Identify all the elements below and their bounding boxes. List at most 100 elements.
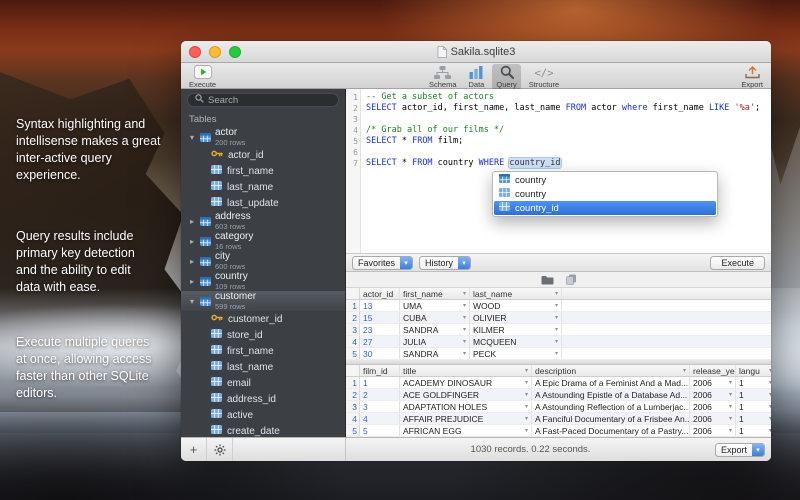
cell-dropdown-icon[interactable]: ▾ <box>767 415 771 422</box>
sidebar-column-create_date[interactable]: create_date <box>181 423 345 437</box>
titlebar[interactable]: Sakila.sqlite3 <box>181 41 771 63</box>
result-row[interactable]: 113UMA▾WOOD▾ <box>346 300 771 312</box>
sidebar-column-first_name[interactable]: first_name <box>181 343 345 359</box>
toolbar-export-button[interactable]: Export <box>741 65 763 89</box>
result-cell[interactable]: 2006▾ <box>690 401 736 412</box>
result-cell[interactable]: PECK▾ <box>470 348 562 359</box>
toolbar-execute-button[interactable]: Execute <box>189 65 216 89</box>
result-cell[interactable]: SANDRA▾ <box>400 348 470 359</box>
result-cell[interactable]: 13 <box>360 300 400 311</box>
autocomplete-item[interactable]: country <box>494 173 716 187</box>
result-cell[interactable]: 2006▾ <box>690 425 736 436</box>
cell-dropdown-icon[interactable]: ▾ <box>553 338 558 345</box>
result-cell[interactable]: 1▾ <box>736 401 771 412</box>
sidebar-table-city[interactable]: ▸city600 rows <box>181 251 345 271</box>
autocomplete-item[interactable]: country <box>494 187 716 201</box>
result-row[interactable]: 427JULIA▾MCQUEEN▾ <box>346 336 771 348</box>
result-cell[interactable]: AFFAIR PREJUDICE▾ <box>400 413 532 424</box>
cell-dropdown-icon[interactable]: ▾ <box>523 391 528 398</box>
result-cell[interactable]: 2006▾ <box>690 389 736 400</box>
result-cell[interactable]: 1▾ <box>736 425 771 436</box>
result-cell[interactable]: 2006▾ <box>690 413 736 424</box>
cell-dropdown-icon[interactable]: ▾ <box>461 338 466 345</box>
sidebar-column-customer_id[interactable]: customer_id <box>181 311 345 327</box>
result-cell[interactable]: 3 <box>360 401 400 412</box>
disclosure-closed-icon[interactable]: ▸ <box>188 257 196 266</box>
sidebar-table-address[interactable]: ▸address603 rows <box>181 211 345 231</box>
cell-dropdown-icon[interactable]: ▾ <box>523 403 528 410</box>
toolbar-view-query[interactable]: Query <box>492 64 520 90</box>
result-row[interactable]: 323SANDRA▾KILMER▾ <box>346 324 771 336</box>
sidebar-table-country[interactable]: ▸country109 rows <box>181 271 345 291</box>
result-cell[interactable]: A Fanciful Documentary of a Frisbee An..… <box>532 413 690 424</box>
cell-dropdown-icon[interactable]: ▾ <box>553 350 558 357</box>
cell-dropdown-icon[interactable]: ▾ <box>727 403 732 410</box>
result-cell[interactable]: ADAPTATION HOLES▾ <box>400 401 532 412</box>
result-cell[interactable]: OLIVIER▾ <box>470 312 562 323</box>
toolbar-view-data[interactable]: Data <box>465 64 489 90</box>
sidebar-column-last_name[interactable]: last_name <box>181 359 345 375</box>
cell-dropdown-icon[interactable]: ▾ <box>553 314 558 321</box>
result-cell[interactable]: 1 <box>360 377 400 388</box>
sort-arrow-icon[interactable]: ▾ <box>461 290 466 297</box>
result-cell[interactable]: 1▾ <box>736 377 771 388</box>
sql-editor[interactable]: 1234567 -- Get a subset of actorsSELECT … <box>346 89 771 253</box>
result-cell[interactable]: ACE GOLDFINGER▾ <box>400 389 532 400</box>
cell-dropdown-icon[interactable]: ▾ <box>461 314 466 321</box>
export-results-button[interactable]: Export ▾ <box>715 443 765 457</box>
cell-dropdown-icon[interactable]: ▾ <box>523 379 528 386</box>
result-cell[interactable]: 2006▾ <box>690 377 736 388</box>
sort-arrow-icon[interactable]: ▾ <box>767 367 771 374</box>
cell-dropdown-icon[interactable]: ▾ <box>767 379 771 386</box>
result-cell[interactable]: AFRICAN EGG▾ <box>400 425 532 436</box>
minimize-button[interactable] <box>209 46 221 58</box>
cell-dropdown-icon[interactable]: ▾ <box>553 302 558 309</box>
result-cell[interactable]: 23 <box>360 324 400 335</box>
column-header-description[interactable]: description▾ <box>532 365 690 376</box>
cell-dropdown-icon[interactable]: ▾ <box>727 415 732 422</box>
result-cell[interactable]: 1▾ <box>736 389 771 400</box>
sort-arrow-icon[interactable]: ▾ <box>523 367 528 374</box>
result-cell[interactable]: JULIA▾ <box>400 336 470 347</box>
column-header-release_year[interactable]: release_year▾ <box>690 365 736 376</box>
result-cell[interactable]: A Fast-Paced Documentary of a Pastry...▾ <box>532 425 690 436</box>
cell-dropdown-icon[interactable]: ▾ <box>461 326 466 333</box>
sidebar-column-store_id[interactable]: store_id <box>181 327 345 343</box>
column-header-title[interactable]: title▾ <box>400 365 532 376</box>
sidebar-table-customer[interactable]: ▾customer599 rows <box>181 291 345 311</box>
cell-dropdown-icon[interactable]: ▾ <box>727 427 732 434</box>
sidebar-column-actor_id[interactable]: actor_id <box>181 147 345 163</box>
result-row[interactable]: 22ACE GOLDFINGER▾A Astounding Epistle of… <box>346 389 771 401</box>
result-cell[interactable]: 2 <box>360 389 400 400</box>
result-cell[interactable]: 27 <box>360 336 400 347</box>
sidebar-column-last_update[interactable]: last_update <box>181 195 345 211</box>
result-cell[interactable]: UMA▾ <box>400 300 470 311</box>
disclosure-open-icon[interactable]: ▾ <box>188 133 196 142</box>
result-cell[interactable]: ACADEMY DINOSAUR▾ <box>400 377 532 388</box>
sort-arrow-icon[interactable]: ▾ <box>553 290 558 297</box>
favorites-dropdown[interactable]: Favorites ▾ <box>352 256 413 270</box>
autocomplete-item[interactable]: country_id <box>494 201 716 215</box>
result-cell[interactable]: MCQUEEN▾ <box>470 336 562 347</box>
disclosure-closed-icon[interactable]: ▸ <box>188 217 196 226</box>
result-cell[interactable]: KILMER▾ <box>470 324 562 335</box>
copy-icon[interactable] <box>566 273 577 287</box>
column-header-film_id[interactable]: film_id <box>360 365 400 376</box>
cell-dropdown-icon[interactable]: ▾ <box>461 302 466 309</box>
disclosure-open-icon[interactable]: ▾ <box>188 297 196 306</box>
sidebar-table-category[interactable]: ▸category16 rows <box>181 231 345 251</box>
sidebar-column-active[interactable]: active <box>181 407 345 423</box>
history-dropdown[interactable]: History ▾ <box>419 256 471 270</box>
cell-dropdown-icon[interactable]: ▾ <box>727 391 732 398</box>
cell-dropdown-icon[interactable]: ▾ <box>767 427 771 434</box>
cell-dropdown-icon[interactable]: ▾ <box>767 391 771 398</box>
toolbar-view-structure[interactable]: </>Structure <box>525 64 563 90</box>
result-cell[interactable]: 5 <box>360 425 400 436</box>
cell-dropdown-icon[interactable]: ▾ <box>767 403 771 410</box>
result-row[interactable]: 33ADAPTATION HOLES▾A Astounding Reflecti… <box>346 401 771 413</box>
result-cell[interactable]: 30 <box>360 348 400 359</box>
result-cell[interactable]: 4 <box>360 413 400 424</box>
result-row[interactable]: 215CUBA▾OLIVIER▾ <box>346 312 771 324</box>
cell-dropdown-icon[interactable]: ▾ <box>553 326 558 333</box>
column-header-actor_id[interactable]: actor_id <box>360 288 400 299</box>
